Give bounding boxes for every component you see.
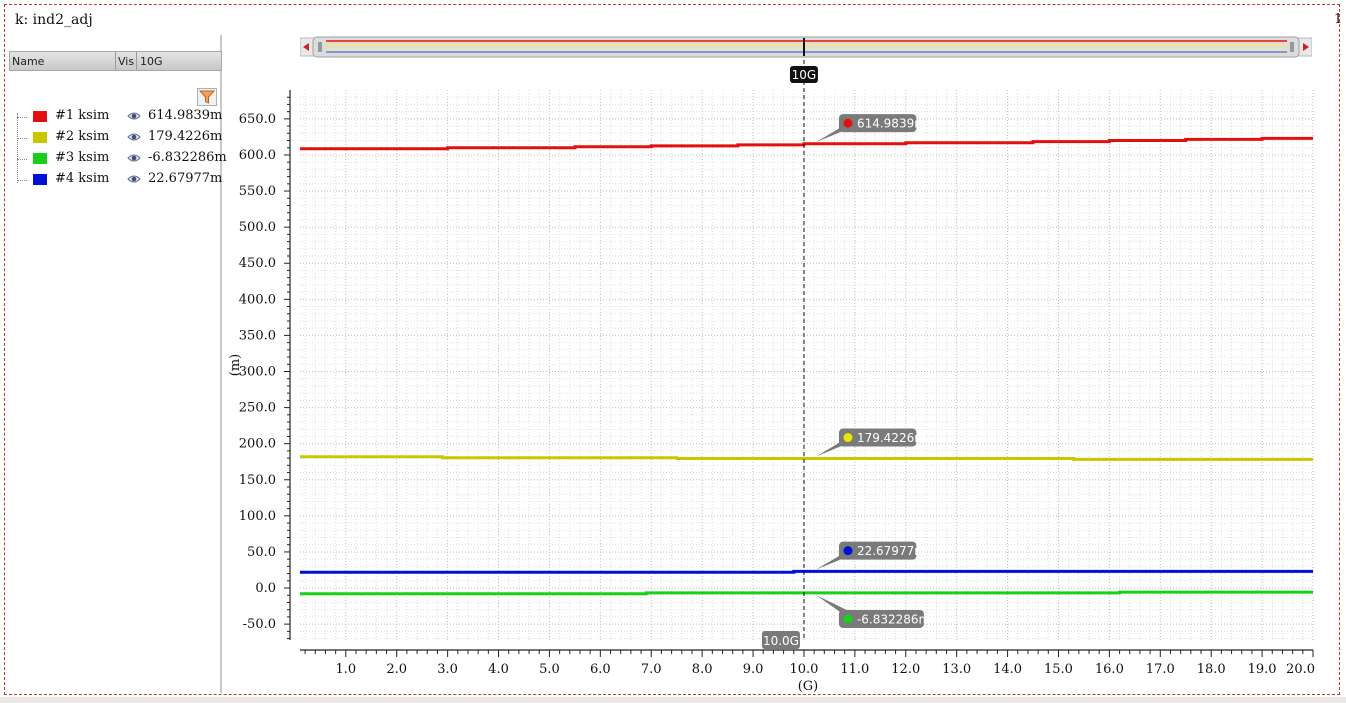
- tree-branch: [17, 159, 27, 160]
- signal-name: #3 ksim: [55, 150, 110, 165]
- signal-panel: Name Vis 10G #1 ksim 614.9839m #2 ksim 179.…: [9, 35, 227, 693]
- signal-row[interactable]: #1 ksim 614.9839m: [17, 108, 222, 126]
- signal-row[interactable]: #2 ksim 179.4226m: [17, 129, 222, 147]
- signal-color-swatch[interactable]: [33, 174, 47, 185]
- tree-branch: [17, 138, 27, 139]
- corner-index: 1: [1334, 12, 1343, 27]
- signal-name: #1 ksim: [55, 108, 110, 123]
- scroll-cursor-mark[interactable]: [803, 38, 805, 56]
- overview-scrollbar[interactable]: [299, 36, 1313, 58]
- tree-branch: [17, 180, 27, 181]
- signal-name: #2 ksim: [55, 129, 110, 144]
- column-name[interactable]: Name: [12, 55, 44, 68]
- signal-value: 22.67977m: [148, 171, 223, 186]
- signal-value: 614.9839m: [148, 108, 223, 123]
- signal-name: #4 ksim: [55, 171, 110, 186]
- signal-color-swatch[interactable]: [33, 111, 47, 122]
- status-strip: [0, 697, 1346, 703]
- scroll-thumb[interactable]: [312, 36, 1300, 58]
- window-title: k: ind2_adj: [15, 12, 93, 28]
- column-separator[interactable]: [136, 52, 137, 70]
- signal-value: 179.4226m: [148, 129, 223, 144]
- signal-value: -6.832286m: [148, 150, 227, 165]
- filter-button[interactable]: [197, 88, 217, 106]
- column-value[interactable]: 10G: [140, 55, 163, 68]
- eye-icon[interactable]: [127, 110, 141, 122]
- column-separator[interactable]: [115, 52, 116, 70]
- eye-icon[interactable]: [127, 152, 141, 164]
- funnel-icon: [198, 90, 216, 104]
- column-vis[interactable]: Vis: [118, 55, 134, 68]
- eye-icon[interactable]: [127, 173, 141, 185]
- signal-color-swatch[interactable]: [33, 132, 47, 143]
- tree-branch: [17, 117, 27, 118]
- eye-icon[interactable]: [127, 131, 141, 143]
- signal-row[interactable]: #4 ksim 22.67977m: [17, 171, 222, 189]
- signal-row[interactable]: #3 ksim -6.832286m: [17, 150, 227, 168]
- signal-table-header: Name Vis 10G: [9, 51, 222, 71]
- signal-color-swatch[interactable]: [33, 153, 47, 164]
